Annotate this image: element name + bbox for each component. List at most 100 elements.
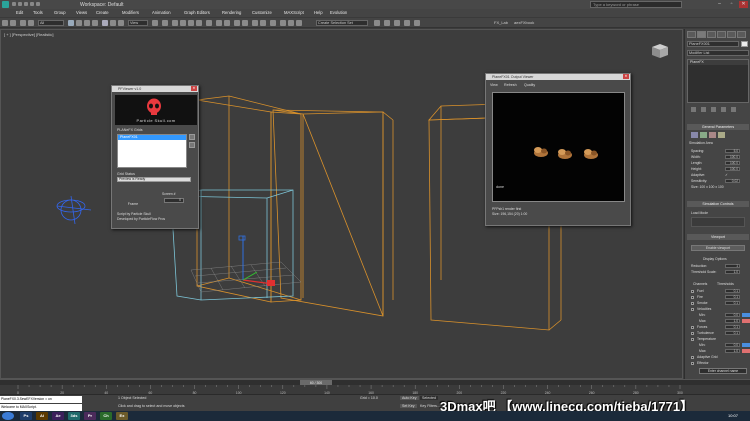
aexfxbook-label[interactable]: aexFXbook (514, 20, 534, 25)
taskbar-explorer[interactable]: Ex (116, 412, 128, 420)
undo-icon[interactable] (30, 2, 34, 6)
length-spinner[interactable]: 100.0 (725, 161, 740, 165)
move-icon[interactable] (102, 20, 108, 26)
fx-tool5-icon[interactable] (414, 20, 420, 26)
height-spinner[interactable]: 100.0 (725, 167, 740, 171)
taskbar-chrome[interactable]: Ch (100, 412, 112, 420)
track-bar[interactable]: 0 20 40 60 80 100 120 140 160 180 200 220 240 260 280 3… (0, 385, 750, 395)
menu-view[interactable]: View (490, 83, 498, 87)
close-icon[interactable]: ✕ (623, 74, 629, 79)
key-mode-select[interactable]: Selected (420, 396, 438, 400)
smoke-checkbox[interactable] (691, 302, 694, 305)
width-spinner[interactable]: 100.0 (725, 155, 740, 159)
fx-tool3-icon[interactable] (394, 20, 400, 26)
output-viewer-title[interactable]: PlaneFX01 Output Viewer (486, 74, 630, 80)
maximize-icon[interactable]: ▫ (727, 1, 736, 8)
viewcube-icon[interactable] (649, 42, 671, 60)
display-tab-icon[interactable] (727, 31, 736, 38)
viewport-rollout[interactable]: Viewport (687, 234, 749, 240)
velocities-checkbox[interactable] (691, 308, 694, 311)
menu-views[interactable]: Views (76, 10, 87, 15)
grids-listbox[interactable]: PlaneFX01 (117, 134, 187, 168)
reduction-spinner[interactable]: 1 (725, 264, 740, 268)
close-icon[interactable]: ✕ (739, 1, 748, 8)
temperature-max-spinner[interactable]: 1.0 (725, 349, 740, 353)
create-tab-icon[interactable] (687, 31, 696, 38)
stack-item[interactable]: PlaneFX (688, 60, 748, 65)
layer-manager-icon[interactable] (234, 20, 240, 26)
manipulate-icon[interactable] (162, 20, 168, 26)
angle-snap-icon[interactable] (180, 20, 186, 26)
menu-animation[interactable]: Animation (152, 10, 171, 15)
menu-create[interactable]: Create (96, 10, 109, 15)
select-object-icon[interactable] (68, 20, 74, 26)
menu-customize[interactable]: Customize (252, 10, 272, 15)
named-selection-icon[interactable] (206, 20, 212, 26)
fx-lab-label[interactable]: FX_Lab (494, 20, 508, 25)
fx-tool-icon[interactable] (374, 20, 380, 26)
render-setup-icon[interactable] (280, 20, 286, 26)
render-production-icon[interactable] (296, 20, 302, 26)
menu-quality[interactable]: Quality (524, 83, 535, 87)
reference-coord-select[interactable]: View (128, 20, 148, 26)
maxscript-output[interactable]: Welcome to MAXScript. (0, 404, 82, 411)
3dsmax-app-icon[interactable] (2, 1, 9, 8)
graphite-toolbar-icon[interactable] (242, 20, 248, 26)
remove-modifier-icon[interactable] (721, 107, 726, 112)
close-icon[interactable]: ✕ (191, 86, 197, 91)
utilities-tab-icon[interactable] (737, 31, 746, 38)
menu-edit[interactable]: Edit (16, 10, 23, 15)
menu-group[interactable]: Group (54, 10, 66, 15)
rect-selection-icon[interactable] (84, 20, 90, 26)
new-scene-icon[interactable] (12, 2, 16, 6)
menu-evolution[interactable]: Evolution (330, 10, 347, 15)
taskbar-illustrator[interactable]: Ai (36, 412, 48, 420)
set-key-button[interactable]: Set Key (400, 404, 417, 408)
taskbar-3dsmax[interactable]: 3ds (68, 412, 80, 420)
grid-status-field[interactable]: Preview is Ready (117, 177, 191, 182)
load-mode-options[interactable] (691, 217, 745, 227)
adaptive-grid-checkbox[interactable] (691, 356, 694, 359)
scale-icon[interactable] (118, 20, 124, 26)
rotate-icon[interactable] (110, 20, 116, 26)
effector-tool-icon[interactable] (709, 132, 716, 138)
selection-filter-select[interactable]: All (38, 20, 64, 26)
select-by-name-icon[interactable] (76, 20, 82, 26)
add-grid-button[interactable] (189, 134, 195, 140)
fire-threshold-spinner[interactable]: 0.1 (725, 295, 740, 299)
spinner-snap-icon[interactable] (196, 20, 202, 26)
channel-name-input[interactable]: Enter channel name (699, 368, 747, 374)
enable-viewport-button[interactable]: Enable viewport (691, 245, 745, 251)
menu-modifiers[interactable]: Modifiers (122, 10, 139, 15)
search-input[interactable]: Type a keyword or phrase (590, 1, 682, 8)
schematic-view-icon[interactable] (260, 20, 266, 26)
turbulence-threshold-spinner[interactable]: 0.1 (725, 331, 740, 335)
remove-grid-button[interactable] (189, 142, 195, 148)
turbulence-checkbox[interactable] (691, 332, 694, 335)
configure-sets-icon[interactable] (731, 107, 736, 112)
link-icon[interactable] (20, 20, 26, 26)
modifier-stack[interactable]: PlaneFX (687, 59, 749, 103)
simulation-controls-rollout[interactable]: Simulation Controls (687, 201, 749, 207)
screen-number-spinner[interactable]: 0 (164, 198, 184, 203)
object-name-input[interactable]: PlaneFX001 (687, 41, 739, 47)
maxscript-mini-listener[interactable]: PlaneFX0.3.SewEFXVersion = on (0, 396, 82, 403)
menu-rendering[interactable]: Rendering (222, 10, 241, 15)
general-parameters-rollout[interactable]: General Parameters (687, 124, 749, 130)
pivot-center-icon[interactable] (152, 20, 158, 26)
forces-checkbox[interactable] (691, 326, 694, 329)
object-color-swatch[interactable] (741, 41, 748, 47)
snap-toggle-icon[interactable] (172, 20, 178, 26)
taskbar-aftereffects[interactable]: Ae (52, 412, 64, 420)
taskbar-photoshop[interactable]: Ps (20, 412, 32, 420)
velocity-max-color-swatch[interactable] (742, 319, 750, 323)
make-unique-icon[interactable] (711, 107, 716, 112)
start-button-icon[interactable] (2, 412, 14, 420)
rendered-frame-icon[interactable] (288, 20, 294, 26)
key-filters-button[interactable]: Key Filters... (420, 404, 440, 408)
mirror-icon[interactable] (216, 20, 222, 26)
velocity-max-spinner[interactable]: 1.0 (725, 319, 740, 323)
material-editor-icon[interactable] (270, 20, 276, 26)
velocity-min-color-swatch[interactable] (742, 313, 750, 317)
menu-maxscript[interactable]: MAXScript (284, 10, 304, 15)
